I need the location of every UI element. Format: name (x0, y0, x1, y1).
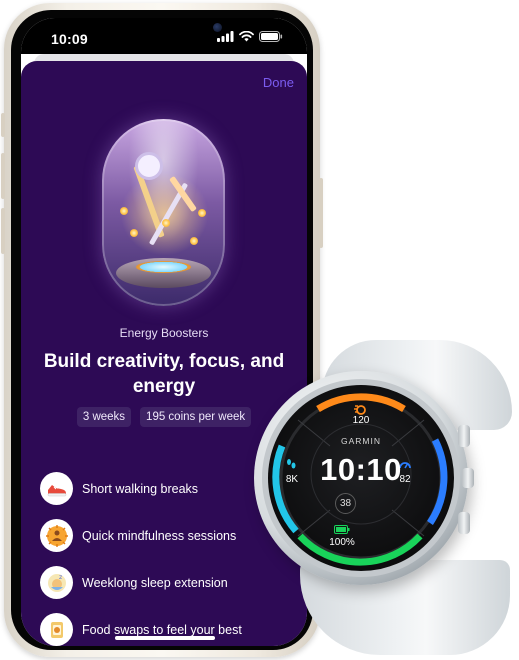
watch-middle-button[interactable] (462, 468, 474, 488)
light-dot (190, 237, 198, 245)
home-indicator[interactable] (115, 636, 215, 640)
volume-down-button (1, 208, 5, 254)
date-value: 38 (335, 493, 356, 514)
phone-screen: 10:09 Done Energy Boosters Build creativ… (21, 18, 307, 646)
activity-label: Food swaps to feel your best (82, 622, 242, 637)
watch-battery-icon (334, 525, 350, 534)
light-dot (130, 229, 138, 237)
duration-chip: 3 weeks (76, 407, 132, 427)
steps-value: 8K (285, 474, 299, 485)
orb-shape (135, 152, 163, 180)
calories-value: 120 (352, 415, 370, 426)
battery-icon (259, 31, 283, 42)
volume-up-button (1, 153, 5, 199)
program-detail-sheet: Done Energy Boosters Build creativity, f… (21, 61, 307, 646)
section-label: Energy Boosters (119, 326, 209, 340)
footsteps-icon (287, 459, 296, 469)
sneaker-icon (40, 472, 73, 505)
program-meta: 3 weeks 195 coins per week (21, 407, 307, 427)
svg-text:z: z (59, 574, 62, 581)
list-item: Short walking breaks (40, 465, 290, 512)
status-bar: 10:09 (21, 18, 307, 54)
status-icons (217, 31, 283, 42)
light-dot (120, 207, 128, 215)
watch-brand-logo: GARMIN (341, 436, 381, 446)
energy-capsule-illustration (102, 119, 225, 306)
coins-chip: 195 coins per week (140, 407, 252, 427)
mute-switch (1, 113, 5, 137)
watch-top-button[interactable] (458, 425, 470, 447)
dynamic-notch (116, 18, 222, 40)
program-headline: Build creativity, focus, and energy (43, 351, 285, 397)
status-time: 10:09 (51, 31, 88, 47)
sleep-icon: z (40, 566, 73, 599)
wifi-icon (239, 31, 254, 42)
light-dot (162, 219, 170, 227)
phone-device: 10:09 Done Energy Boosters Build creativ… (1, 3, 323, 657)
meditation-icon (40, 519, 73, 552)
activity-label: Weeklong sleep extension (82, 575, 228, 590)
cellular-signal-icon (217, 31, 234, 42)
battery-value: 100% (329, 537, 355, 548)
list-item: Food swaps to feel your best (40, 606, 290, 646)
activity-label: Short walking breaks (82, 481, 199, 496)
activity-list: Short walking breaks Quick mindfulness s… (40, 465, 290, 646)
calories-icon (354, 405, 366, 415)
list-item: z Weeklong sleep extension (40, 559, 290, 606)
food-icon (40, 613, 73, 646)
activity-label: Quick mindfulness sessions (82, 528, 237, 543)
capsule-pool (136, 261, 191, 273)
watch-bottom-button[interactable] (458, 512, 470, 534)
intensity-value: 82 (399, 474, 411, 485)
power-button (319, 178, 323, 248)
light-dot (198, 209, 206, 217)
list-item: Quick mindfulness sessions (40, 512, 290, 559)
done-button[interactable]: Done (263, 75, 294, 90)
